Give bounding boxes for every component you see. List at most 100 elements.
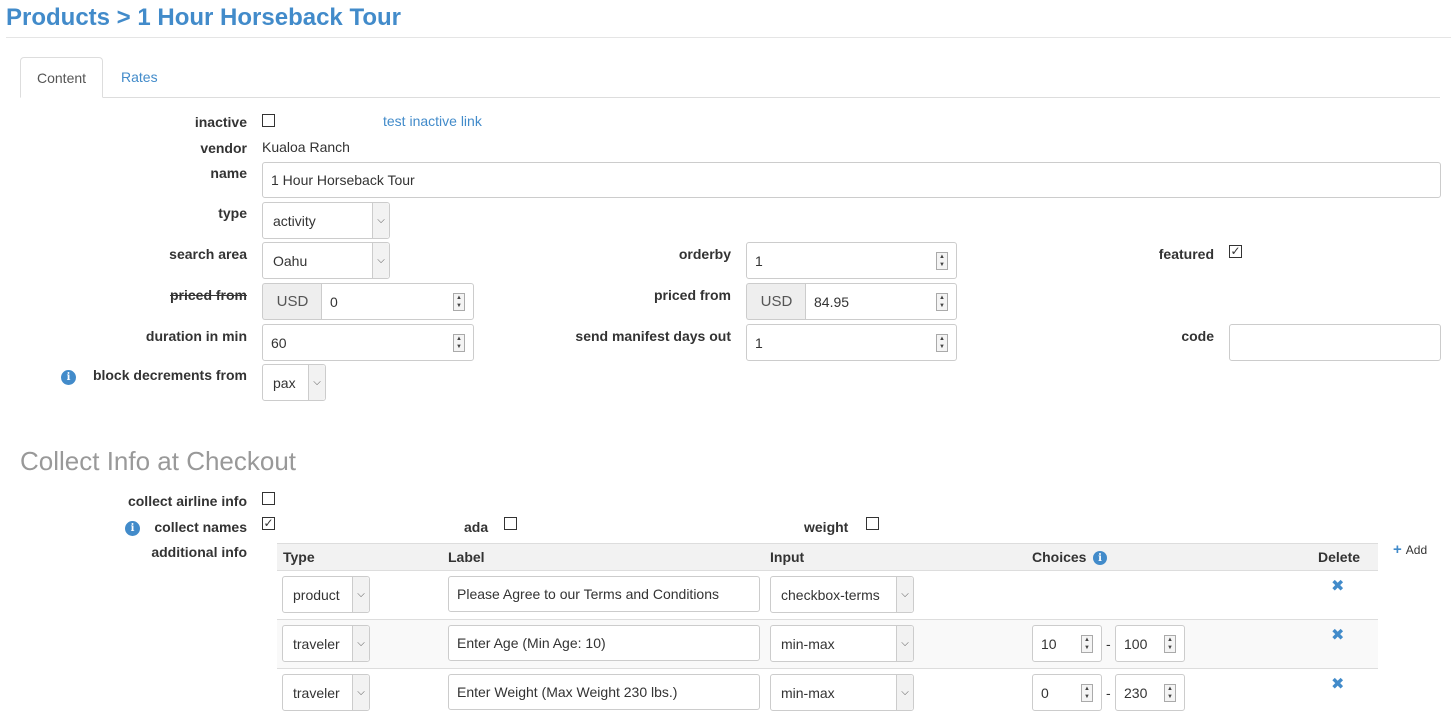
row-min-input[interactable]: 10 ▲ ▼ — [1032, 625, 1102, 662]
spinner-icon[interactable]: ▲ ▼ — [1164, 634, 1176, 653]
chevron-down-icon: ⌵ — [352, 626, 369, 661]
spinner-icon[interactable]: ▲ ▼ — [936, 333, 948, 352]
info-icon[interactable]: i — [1093, 551, 1107, 565]
chevron-down-icon: ⌵ — [308, 365, 325, 400]
chevron-down-icon: ⌵ — [896, 626, 913, 661]
delete-icon[interactable]: ✖ — [1331, 625, 1344, 645]
spinner-icon[interactable]: ▲ ▼ — [1081, 634, 1093, 653]
block-decrements-value: pax — [273, 374, 296, 391]
row-type-value: product — [293, 586, 340, 603]
featured-checkbox[interactable]: ✓ — [1229, 245, 1242, 258]
row-min-input[interactable]: 0 ▲ ▼ — [1032, 674, 1102, 711]
chevron-down-icon: ⌵ — [352, 577, 369, 612]
chevron-down-icon: ⌵ — [896, 577, 913, 612]
header-choices: Choices — [1032, 549, 1087, 565]
spinner-icon[interactable]: ▲ ▼ — [936, 292, 948, 311]
priced-from-input[interactable]: 84.95 ▲ ▼ — [805, 283, 957, 320]
add-button[interactable]: + Add — [1393, 541, 1427, 558]
search-area-select[interactable]: Oahu ⌵ — [262, 242, 390, 279]
row-max-value: 100 — [1124, 635, 1148, 652]
range-separator: - — [1106, 685, 1111, 701]
orderby-input[interactable]: 1 ▲ ▼ — [746, 242, 957, 279]
block-decrements-label: block decrements from — [92, 367, 247, 383]
vendor-label: vendor — [200, 140, 247, 156]
info-icon[interactable]: i — [125, 521, 140, 536]
duration-input-value: 60 — [271, 334, 287, 351]
duration-label: duration in min — [145, 328, 247, 344]
header-delete: Delete — [1318, 549, 1361, 565]
row-type-select[interactable]: traveler ⌵ — [282, 674, 370, 711]
row-label-input[interactable]: Please Agree to our Terms and Conditions — [448, 576, 760, 612]
name-input[interactable]: 1 Hour Horseback Tour — [262, 162, 1441, 198]
info-icon[interactable]: i — [61, 370, 76, 385]
row-input-value: checkbox-terms — [781, 586, 880, 603]
row-input-select[interactable]: min-max ⌵ — [770, 674, 914, 711]
manifest-input[interactable]: 1 ▲ ▼ — [746, 324, 957, 361]
type-select-value: activity — [273, 212, 316, 229]
row-type-value: traveler — [293, 684, 340, 701]
chevron-down-icon: ⌵ — [352, 675, 369, 710]
chevron-down-icon: ⌵ — [372, 243, 389, 278]
spinner-icon[interactable]: ▲ ▼ — [936, 251, 948, 270]
row-type-select[interactable]: product ⌵ — [282, 576, 370, 613]
type-select[interactable]: activity ⌵ — [262, 202, 390, 239]
header-input: Input — [770, 549, 805, 565]
currency-addon: USD — [262, 283, 322, 320]
vendor-value: Kualoa Ranch — [262, 139, 350, 155]
ada-label: ada — [464, 519, 489, 535]
type-label: type — [218, 205, 247, 221]
weight-label: weight — [804, 519, 849, 535]
row-max-input[interactable]: 100 ▲ ▼ — [1115, 625, 1185, 662]
priced-from-old-value: 0 — [330, 293, 338, 310]
add-button-label: Add — [1405, 542, 1428, 557]
ada-checkbox[interactable] — [504, 517, 517, 530]
delete-icon[interactable]: ✖ — [1331, 674, 1344, 694]
code-input[interactable] — [1229, 324, 1441, 361]
priced-from-old-label: priced from — [169, 287, 247, 303]
collect-names-label: collect names — [154, 519, 247, 535]
inactive-checkbox[interactable] — [262, 114, 275, 127]
priced-from-old-input[interactable]: 0 ▲ ▼ — [321, 283, 474, 320]
row-max-input[interactable]: 230 ▲ ▼ — [1115, 674, 1185, 711]
row-min-value: 10 — [1041, 635, 1057, 652]
header-label: Label — [448, 549, 485, 565]
spinner-icon[interactable]: ▲ ▼ — [453, 292, 465, 311]
name-label: name — [210, 165, 247, 181]
row-input-select[interactable]: min-max ⌵ — [770, 625, 914, 662]
row-label-input[interactable]: Enter Age (Min Age: 10) — [448, 625, 760, 661]
tab-rates[interactable]: Rates — [105, 57, 174, 98]
row-input-select[interactable]: checkbox-terms ⌵ — [770, 576, 914, 613]
row-label-value: Enter Weight (Max Weight 230 lbs.) — [457, 684, 678, 700]
collect-airline-checkbox[interactable] — [262, 492, 275, 505]
collect-names-checkbox[interactable]: ✓ — [262, 517, 275, 530]
spinner-icon[interactable]: ▲ ▼ — [1164, 683, 1176, 702]
page-title: Products > 1 Hour Horseback Tour — [6, 4, 401, 31]
priced-from-value: 84.95 — [814, 293, 850, 310]
row-max-value: 230 — [1124, 684, 1148, 701]
collect-airline-label: collect airline info — [127, 493, 247, 509]
tab-content[interactable]: Content — [20, 57, 104, 98]
additional-info-label: additional info — [151, 544, 247, 560]
orderby-label: orderby — [678, 246, 731, 262]
row-input-value: min-max — [781, 635, 835, 652]
code-label: code — [1181, 328, 1214, 344]
row-min-value: 0 — [1041, 684, 1049, 701]
chevron-down-icon: ⌵ — [896, 675, 913, 710]
spinner-icon[interactable]: ▲ ▼ — [453, 333, 465, 352]
spinner-icon[interactable]: ▲ ▼ — [1081, 683, 1093, 702]
row-label-value: Enter Age (Min Age: 10) — [457, 635, 606, 651]
priced-from-label: priced from — [653, 287, 731, 303]
row-label-input[interactable]: Enter Weight (Max Weight 230 lbs.) — [448, 674, 760, 710]
duration-input[interactable]: 60 ▲ ▼ — [262, 324, 474, 361]
row-label-value: Please Agree to our Terms and Conditions — [457, 586, 720, 602]
name-input-value: 1 Hour Horseback Tour — [271, 172, 415, 188]
inactive-label: inactive — [194, 114, 247, 130]
currency-addon: USD — [746, 283, 806, 320]
row-type-select[interactable]: traveler ⌵ — [282, 625, 370, 662]
weight-checkbox[interactable] — [866, 517, 879, 530]
chevron-down-icon: ⌵ — [372, 203, 389, 238]
delete-icon[interactable]: ✖ — [1331, 576, 1344, 596]
block-decrements-select[interactable]: pax ⌵ — [262, 364, 326, 401]
row-type-value: traveler — [293, 635, 340, 652]
test-inactive-link[interactable]: test inactive link — [383, 113, 482, 129]
